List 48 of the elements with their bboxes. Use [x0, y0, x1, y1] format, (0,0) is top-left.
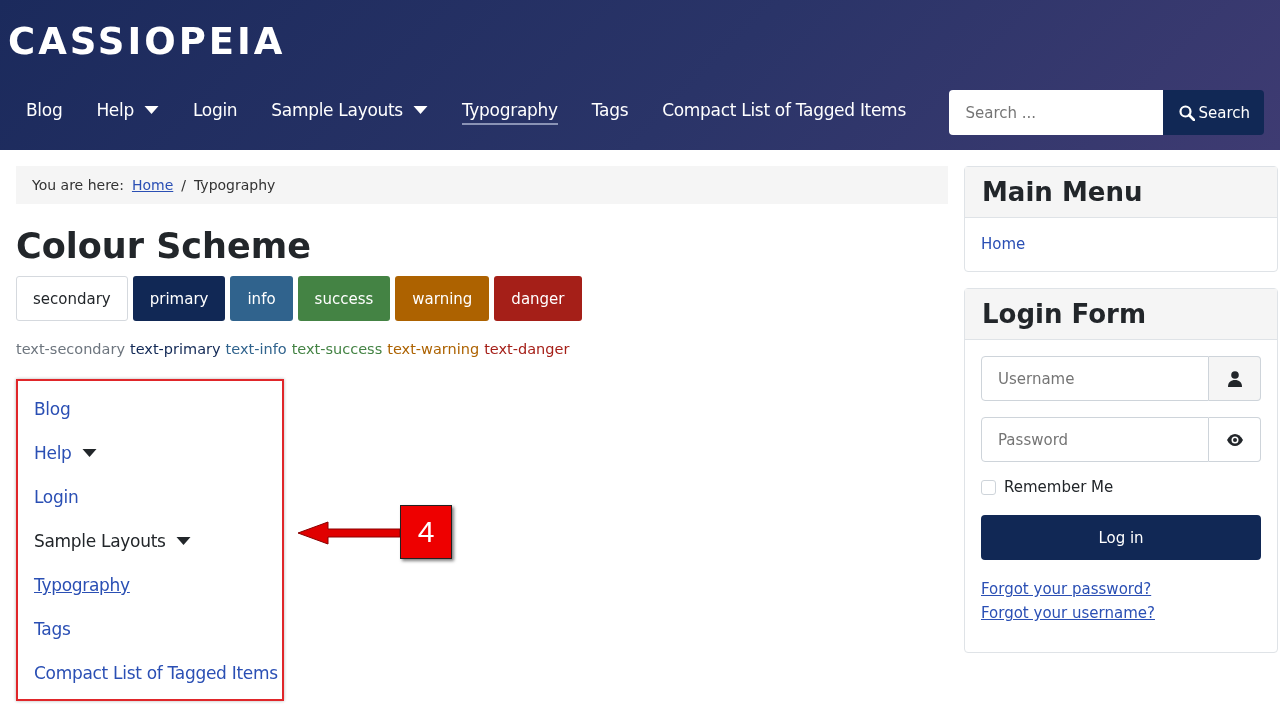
step-number: 4 — [400, 505, 452, 559]
colour-button[interactable]: warning — [395, 276, 490, 321]
colour-text-sample: text-primary — [130, 341, 221, 357]
menu-link[interactable]: Typography — [34, 563, 282, 607]
breadcrumb-current: Typography — [194, 177, 276, 193]
forgot-link[interactable]: Forgot your password? — [981, 580, 1152, 598]
nav-link[interactable]: Typography — [461, 100, 558, 125]
forgot-link[interactable]: Forgot your username? — [981, 604, 1155, 622]
menu-link[interactable]: Login — [34, 475, 282, 519]
nav-link[interactable]: Help — [96, 100, 159, 125]
colour-button[interactable]: success — [297, 276, 391, 321]
menu-link[interactable]: Tags — [34, 607, 282, 651]
breadcrumb-label: You are here: — [32, 177, 124, 193]
password-field[interactable]: Password — [981, 417, 1209, 462]
checkbox-label: Remember Me — [1004, 478, 1114, 496]
site-logo[interactable]: CASSIOPEIA — [8, 22, 286, 62]
colour-button[interactable]: secondary — [16, 276, 128, 321]
page-title: Colour Scheme — [16, 225, 312, 268]
nav-link[interactable]: Login — [192, 100, 238, 125]
menu-heading[interactable]: Sample Layouts — [34, 519, 282, 563]
card-title: Main Menu — [965, 167, 1277, 218]
colour-button[interactable]: info — [230, 276, 293, 321]
nav-link[interactable]: Blog — [26, 100, 63, 125]
colour-button[interactable]: primary — [132, 276, 226, 321]
nav-link[interactable]: Sample Layouts — [271, 100, 428, 125]
eye-icon[interactable] — [1225, 432, 1244, 447]
colour-text-sample: text-warning — [387, 341, 480, 357]
menu-link[interactable]: Compact List of Tagged Items — [34, 651, 282, 695]
search-button[interactable]: Search — [1163, 90, 1264, 135]
username-field[interactable]: Username — [981, 356, 1209, 401]
breadcrumb-link[interactable]: Home — [131, 177, 174, 193]
card-title: Login Form — [965, 289, 1277, 340]
user-icon — [1227, 370, 1242, 387]
nav-link[interactable]: Compact List of Tagged Items — [662, 100, 906, 125]
search-field[interactable]: Search ... — [949, 90, 1164, 135]
colour-text-sample: text-secondary — [16, 341, 125, 357]
menu-link[interactable]: Blog — [34, 387, 282, 431]
remember-checkbox[interactable] — [981, 479, 996, 495]
colour-text-sample: text-danger — [484, 341, 570, 357]
search-icon — [1179, 104, 1196, 121]
colour-text-sample: text-success — [291, 341, 383, 357]
colour-button[interactable]: danger — [494, 276, 582, 321]
menu-link[interactable]: Home — [981, 235, 1026, 253]
login-button[interactable]: Log in — [981, 515, 1261, 560]
breadcrumb-separator: / — [181, 177, 186, 193]
menu-link[interactable]: Help — [34, 431, 282, 475]
nav-link[interactable]: Tags — [591, 100, 629, 125]
colour-text-sample: text-info — [225, 341, 287, 357]
